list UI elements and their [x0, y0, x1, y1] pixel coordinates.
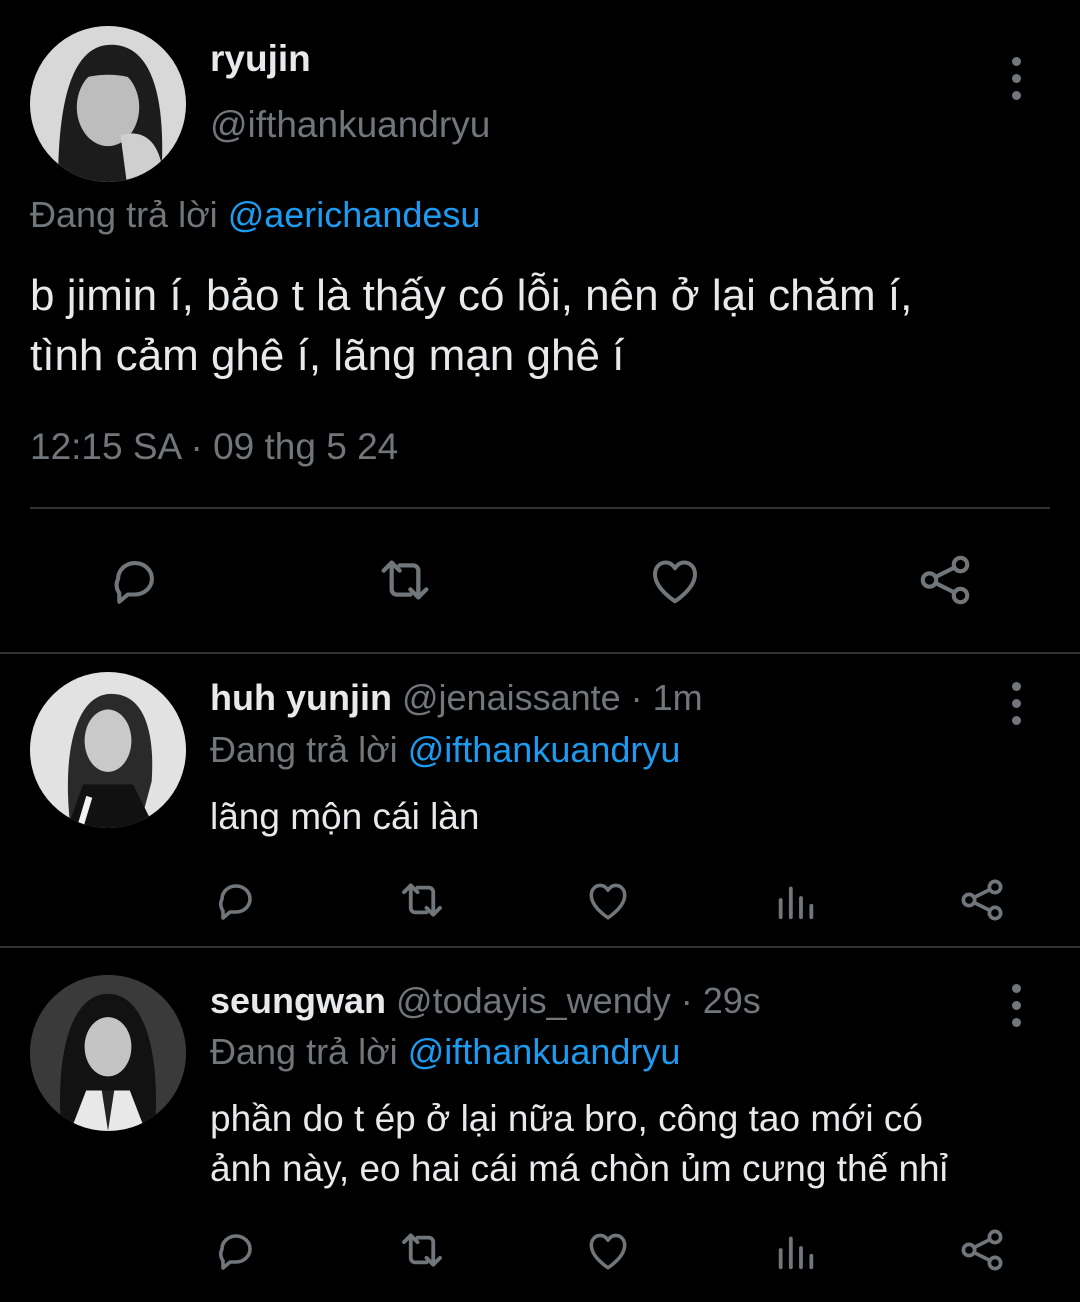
- replying-to-line: Đang trả lời @aerichandesu: [30, 194, 480, 236]
- like-button[interactable]: [578, 872, 638, 928]
- avatar-photo-yunjin: [30, 672, 186, 828]
- retweet-button[interactable]: [370, 548, 440, 612]
- reply-header: seungwan @todayis_wendy · 29s: [210, 980, 761, 1022]
- author-name[interactable]: ryujin: [210, 38, 311, 80]
- avatar[interactable]: [30, 672, 186, 828]
- analytics-button[interactable]: [766, 872, 826, 928]
- author-handle[interactable]: @jenaissante: [402, 677, 621, 718]
- tweet-text-line: tình cảm ghê í, lãng mạn ghê í: [30, 331, 625, 380]
- replying-to-handle[interactable]: @ifthankuandryu: [408, 729, 681, 770]
- reply-header: huh yunjin @jenaissante · 1m: [210, 677, 703, 719]
- retweet-icon: [402, 883, 442, 917]
- more-vertical-icon[interactable]: [1008, 57, 1024, 100]
- reply-text: lãng mộn cái làn: [210, 792, 479, 842]
- like-button[interactable]: [578, 1222, 638, 1278]
- retweet-icon: [402, 1233, 442, 1267]
- replying-to-line: Đang trả lời @ifthankuandryu: [210, 1031, 680, 1073]
- divider: [30, 507, 1050, 509]
- share-icon: [961, 879, 1003, 921]
- reply-button[interactable]: [206, 1222, 266, 1278]
- retweet-button[interactable]: [392, 872, 452, 928]
- reply-icon: [218, 1234, 252, 1270]
- share-button[interactable]: [952, 872, 1012, 928]
- like-icon: [589, 1233, 627, 1270]
- like-icon: [589, 883, 627, 920]
- share-icon: [920, 555, 970, 605]
- reply-text: phần do t ép ở lại nữa bro, công tao mới…: [210, 1094, 948, 1194]
- divider: [0, 946, 1080, 948]
- retweet-icon: [381, 560, 429, 600]
- share-icon: [961, 1229, 1003, 1271]
- reply-text-line: phần do t ép ở lại nữa bro, công tao mới…: [210, 1098, 923, 1139]
- more-vertical-icon[interactable]: [1008, 984, 1024, 1027]
- share-button[interactable]: [952, 1222, 1012, 1278]
- avatar[interactable]: [30, 26, 186, 182]
- author-name[interactable]: seungwan: [210, 980, 386, 1021]
- avatar[interactable]: [30, 975, 186, 1131]
- avatar-photo-seungwan: [30, 975, 186, 1131]
- tweet-text: b jimin í, bảo t là thấy có lỗi, nên ở l…: [30, 266, 912, 386]
- replying-to-handle[interactable]: @ifthankuandryu: [408, 1031, 681, 1072]
- more-vertical-icon[interactable]: [1008, 682, 1024, 725]
- replying-to-line: Đang trả lời @ifthankuandryu: [210, 729, 680, 771]
- replying-to-handle[interactable]: @aerichandesu: [228, 194, 481, 235]
- reply-button[interactable]: [100, 548, 170, 612]
- author-name[interactable]: huh yunjin: [210, 677, 392, 718]
- reply-icon: [114, 561, 154, 604]
- replying-label: Đang trả lời: [30, 194, 218, 235]
- divider: [0, 652, 1080, 654]
- like-icon: [653, 560, 697, 604]
- replying-label: Đang trả lời: [210, 1031, 398, 1072]
- reply-button[interactable]: [206, 872, 266, 928]
- retweet-button[interactable]: [392, 1222, 452, 1278]
- replying-label: Đang trả lời: [210, 729, 398, 770]
- analytics-button[interactable]: [766, 1222, 826, 1278]
- tweet-text-line: b jimin í, bảo t là thấy có lỗi, nên ở l…: [30, 271, 913, 320]
- reply-time[interactable]: · 29s: [681, 980, 761, 1021]
- like-button[interactable]: [640, 548, 710, 612]
- author-handle[interactable]: @todayis_wendy: [396, 980, 671, 1021]
- tweet-timestamp[interactable]: 12:15 SA · 09 thg 5 24: [30, 426, 398, 468]
- avatar-photo-ryujin: [30, 26, 186, 182]
- analytics-icon: [778, 1236, 814, 1270]
- reply-text-line: lãng mộn cái làn: [210, 796, 480, 837]
- reply-time[interactable]: · 1m: [631, 677, 703, 718]
- reply-icon: [218, 884, 252, 920]
- author-handle[interactable]: @ifthankuandryu: [210, 104, 490, 146]
- analytics-icon: [778, 886, 814, 920]
- reply-text-line: ảnh này, eo hai cái má chòn ủm cưng thế …: [210, 1148, 948, 1189]
- share-button[interactable]: [910, 548, 980, 612]
